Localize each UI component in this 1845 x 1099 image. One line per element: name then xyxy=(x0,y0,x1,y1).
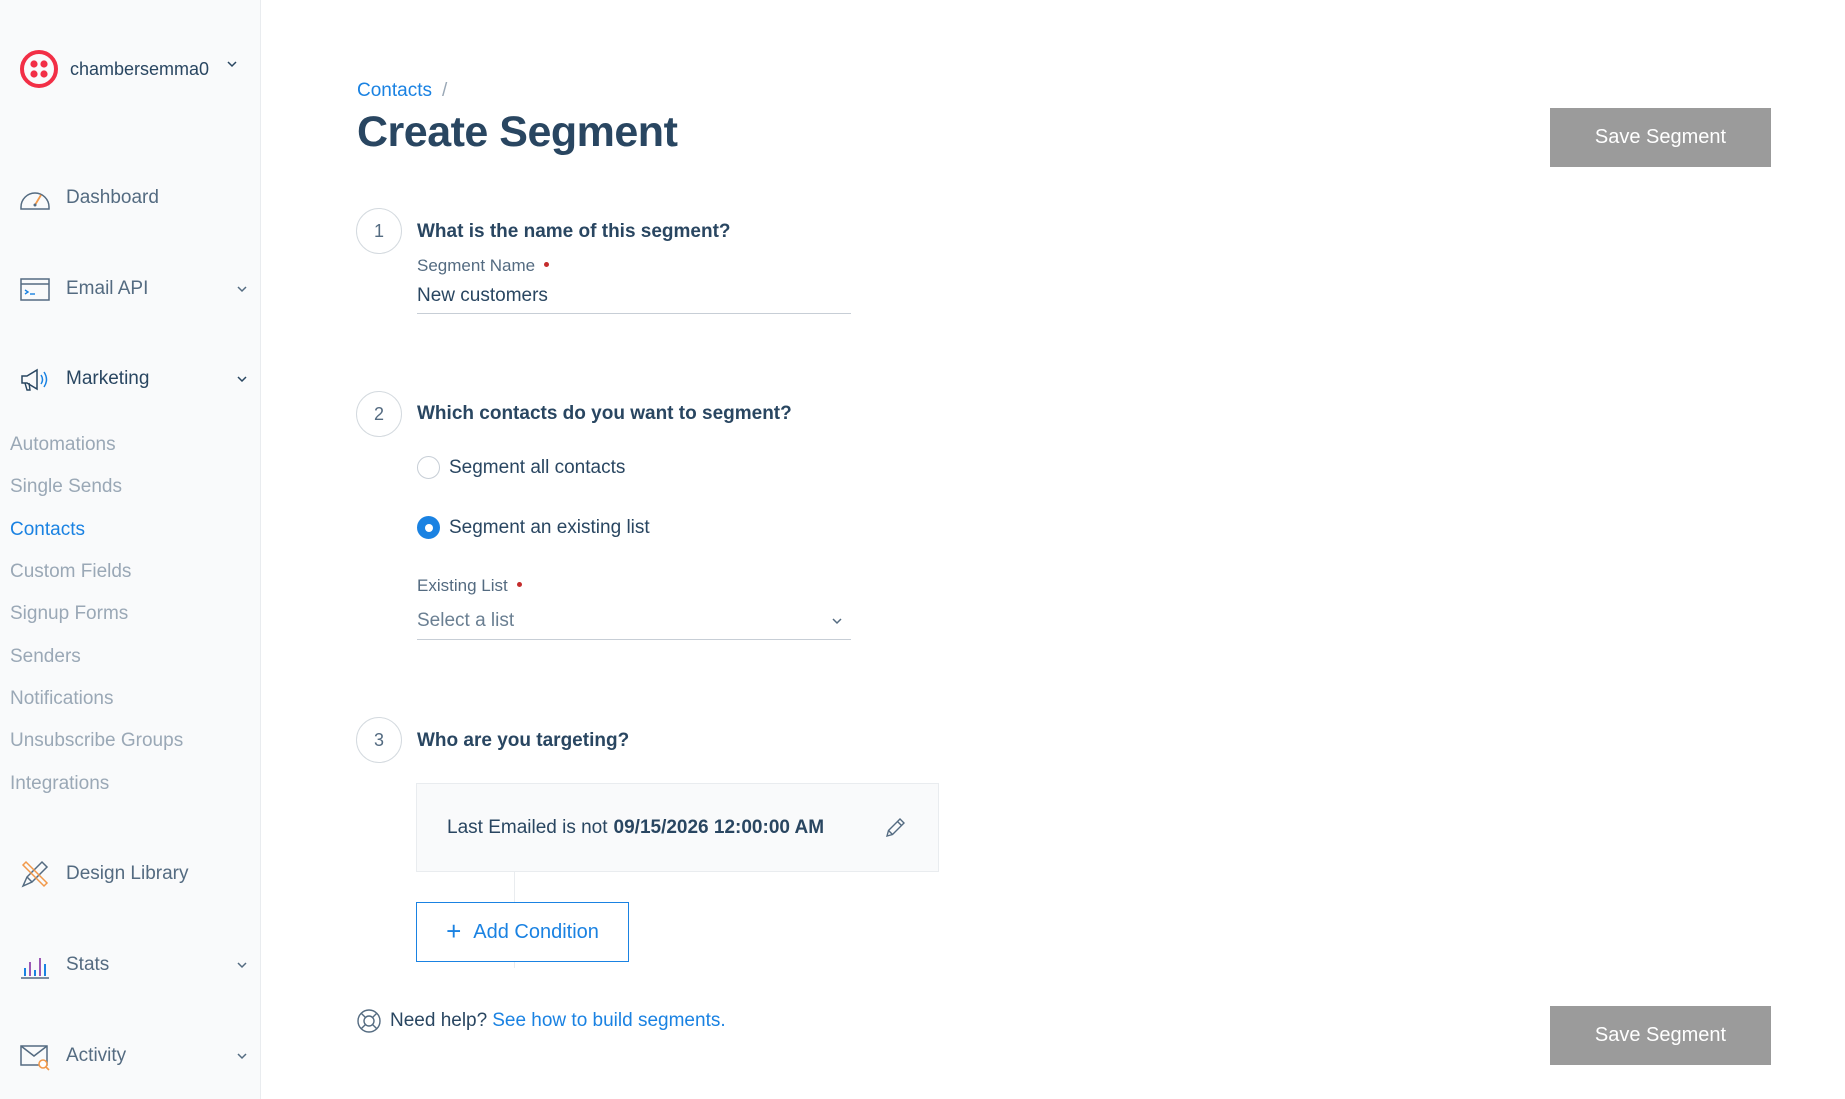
condition-card: Last Emailed is not 09/15/2026 12:00:00 A… xyxy=(416,783,939,872)
chevron-down-icon xyxy=(832,617,842,624)
email-api-icon xyxy=(18,272,52,306)
existing-list-label-text: Existing List xyxy=(417,576,508,595)
condition-text: Last Emailed is not 09/15/2026 12:00:00 A… xyxy=(447,817,824,839)
step-number-1: 1 xyxy=(356,208,402,254)
existing-list-label: Existing List xyxy=(417,576,522,596)
twilio-logo-icon xyxy=(20,50,58,88)
nav-activity[interactable]: Activity xyxy=(18,1036,248,1076)
radio-segment-existing-list[interactable]: Segment an existing list xyxy=(417,516,650,539)
chevron-down-icon xyxy=(237,1053,247,1060)
breadcrumb: Contacts / xyxy=(357,80,447,102)
nav-label: Design Library xyxy=(66,863,189,884)
radio-label: Segment an existing list xyxy=(449,516,650,538)
activity-mail-search-icon xyxy=(18,1039,52,1073)
plus-icon: + xyxy=(446,915,462,946)
megaphone-icon xyxy=(18,362,52,396)
radio-button-unchecked[interactable] xyxy=(417,456,440,479)
design-tools-icon xyxy=(18,857,52,891)
step-number-3: 3 xyxy=(356,717,402,763)
nav-label: Marketing xyxy=(66,368,150,389)
sidebar: chambersemma0 Dashboard Email API Market… xyxy=(0,0,261,1099)
sidebar-item-automations[interactable]: Automations xyxy=(10,430,116,460)
chevron-down-icon xyxy=(237,376,247,383)
nav-label: Dashboard xyxy=(66,187,159,208)
select-placeholder: Select a list xyxy=(417,609,515,631)
sidebar-item-senders[interactable]: Senders xyxy=(10,642,81,672)
step-1-question: What is the name of this segment? xyxy=(417,221,731,242)
chevron-down-icon xyxy=(227,61,237,68)
sidebar-item-contacts[interactable]: Contacts xyxy=(10,515,85,545)
sidebar-item-integrations[interactable]: Integrations xyxy=(10,769,109,799)
build-segments-help-link[interactable]: See how to build segments. xyxy=(492,1010,725,1032)
help-footer: Need help? See how to build segments. xyxy=(356,1008,726,1034)
condition-prefix: Last Emailed is not xyxy=(447,816,608,838)
account-switcher[interactable]: chambersemma0 xyxy=(20,49,238,89)
radio-dot xyxy=(424,523,433,532)
add-condition-label: Add Condition xyxy=(473,920,599,943)
nav-dashboard[interactable]: Dashboard xyxy=(18,178,248,218)
account-name: chambersemma0 xyxy=(70,58,210,79)
nav-marketing[interactable]: Marketing xyxy=(18,359,248,399)
existing-list-select[interactable]: Select a list xyxy=(417,602,851,640)
nav-stats[interactable]: Stats xyxy=(18,945,248,985)
chevron-down-icon xyxy=(237,286,247,293)
save-segment-button-top[interactable]: Save Segment xyxy=(1550,108,1771,167)
help-text: Need help? xyxy=(390,1010,488,1031)
radio-button-checked[interactable] xyxy=(417,516,440,539)
stats-bar-chart-icon xyxy=(18,948,52,982)
nav-label: Activity xyxy=(66,1045,127,1066)
add-condition-button[interactable]: + Add Condition xyxy=(416,902,629,962)
breadcrumb-separator: / xyxy=(441,80,448,101)
step-2-question: Which contacts do you want to segment? xyxy=(417,403,792,424)
sidebar-item-notifications[interactable]: Notifications xyxy=(10,684,114,714)
step-3-question: Who are you targeting? xyxy=(417,730,630,751)
required-indicator xyxy=(544,262,550,268)
breadcrumb-contacts-link[interactable]: Contacts xyxy=(357,80,432,102)
chevron-down-icon xyxy=(237,962,247,969)
nav-design-library[interactable]: Design Library xyxy=(18,854,248,894)
radio-label: Segment all contacts xyxy=(449,456,626,478)
sidebar-item-single-sends[interactable]: Single Sends xyxy=(10,472,122,502)
condition-value: 09/15/2026 12:00:00 AM xyxy=(613,816,825,838)
lifebuoy-help-icon xyxy=(357,1009,381,1033)
save-segment-button-bottom[interactable]: Save Segment xyxy=(1550,1006,1771,1065)
radio-segment-all-contacts[interactable]: Segment all contacts xyxy=(417,456,625,479)
dashboard-gauge-icon xyxy=(18,181,52,215)
pencil-edit-icon[interactable] xyxy=(882,815,908,841)
segment-name-input[interactable] xyxy=(417,278,851,314)
sidebar-item-unsubscribe-groups[interactable]: Unsubscribe Groups xyxy=(10,726,183,756)
nav-email-api[interactable]: Email API xyxy=(18,269,248,309)
nav-label: Email API xyxy=(66,278,149,299)
sidebar-item-custom-fields[interactable]: Custom Fields xyxy=(10,557,131,587)
step-number-2: 2 xyxy=(356,391,402,437)
segment-name-label: Segment Name xyxy=(417,256,550,276)
page-title: Create Segment xyxy=(357,108,678,156)
nav-label: Stats xyxy=(66,954,110,975)
required-indicator xyxy=(516,582,522,588)
sidebar-item-signup-forms[interactable]: Signup Forms xyxy=(10,599,128,629)
segment-name-label-text: Segment Name xyxy=(417,256,536,275)
